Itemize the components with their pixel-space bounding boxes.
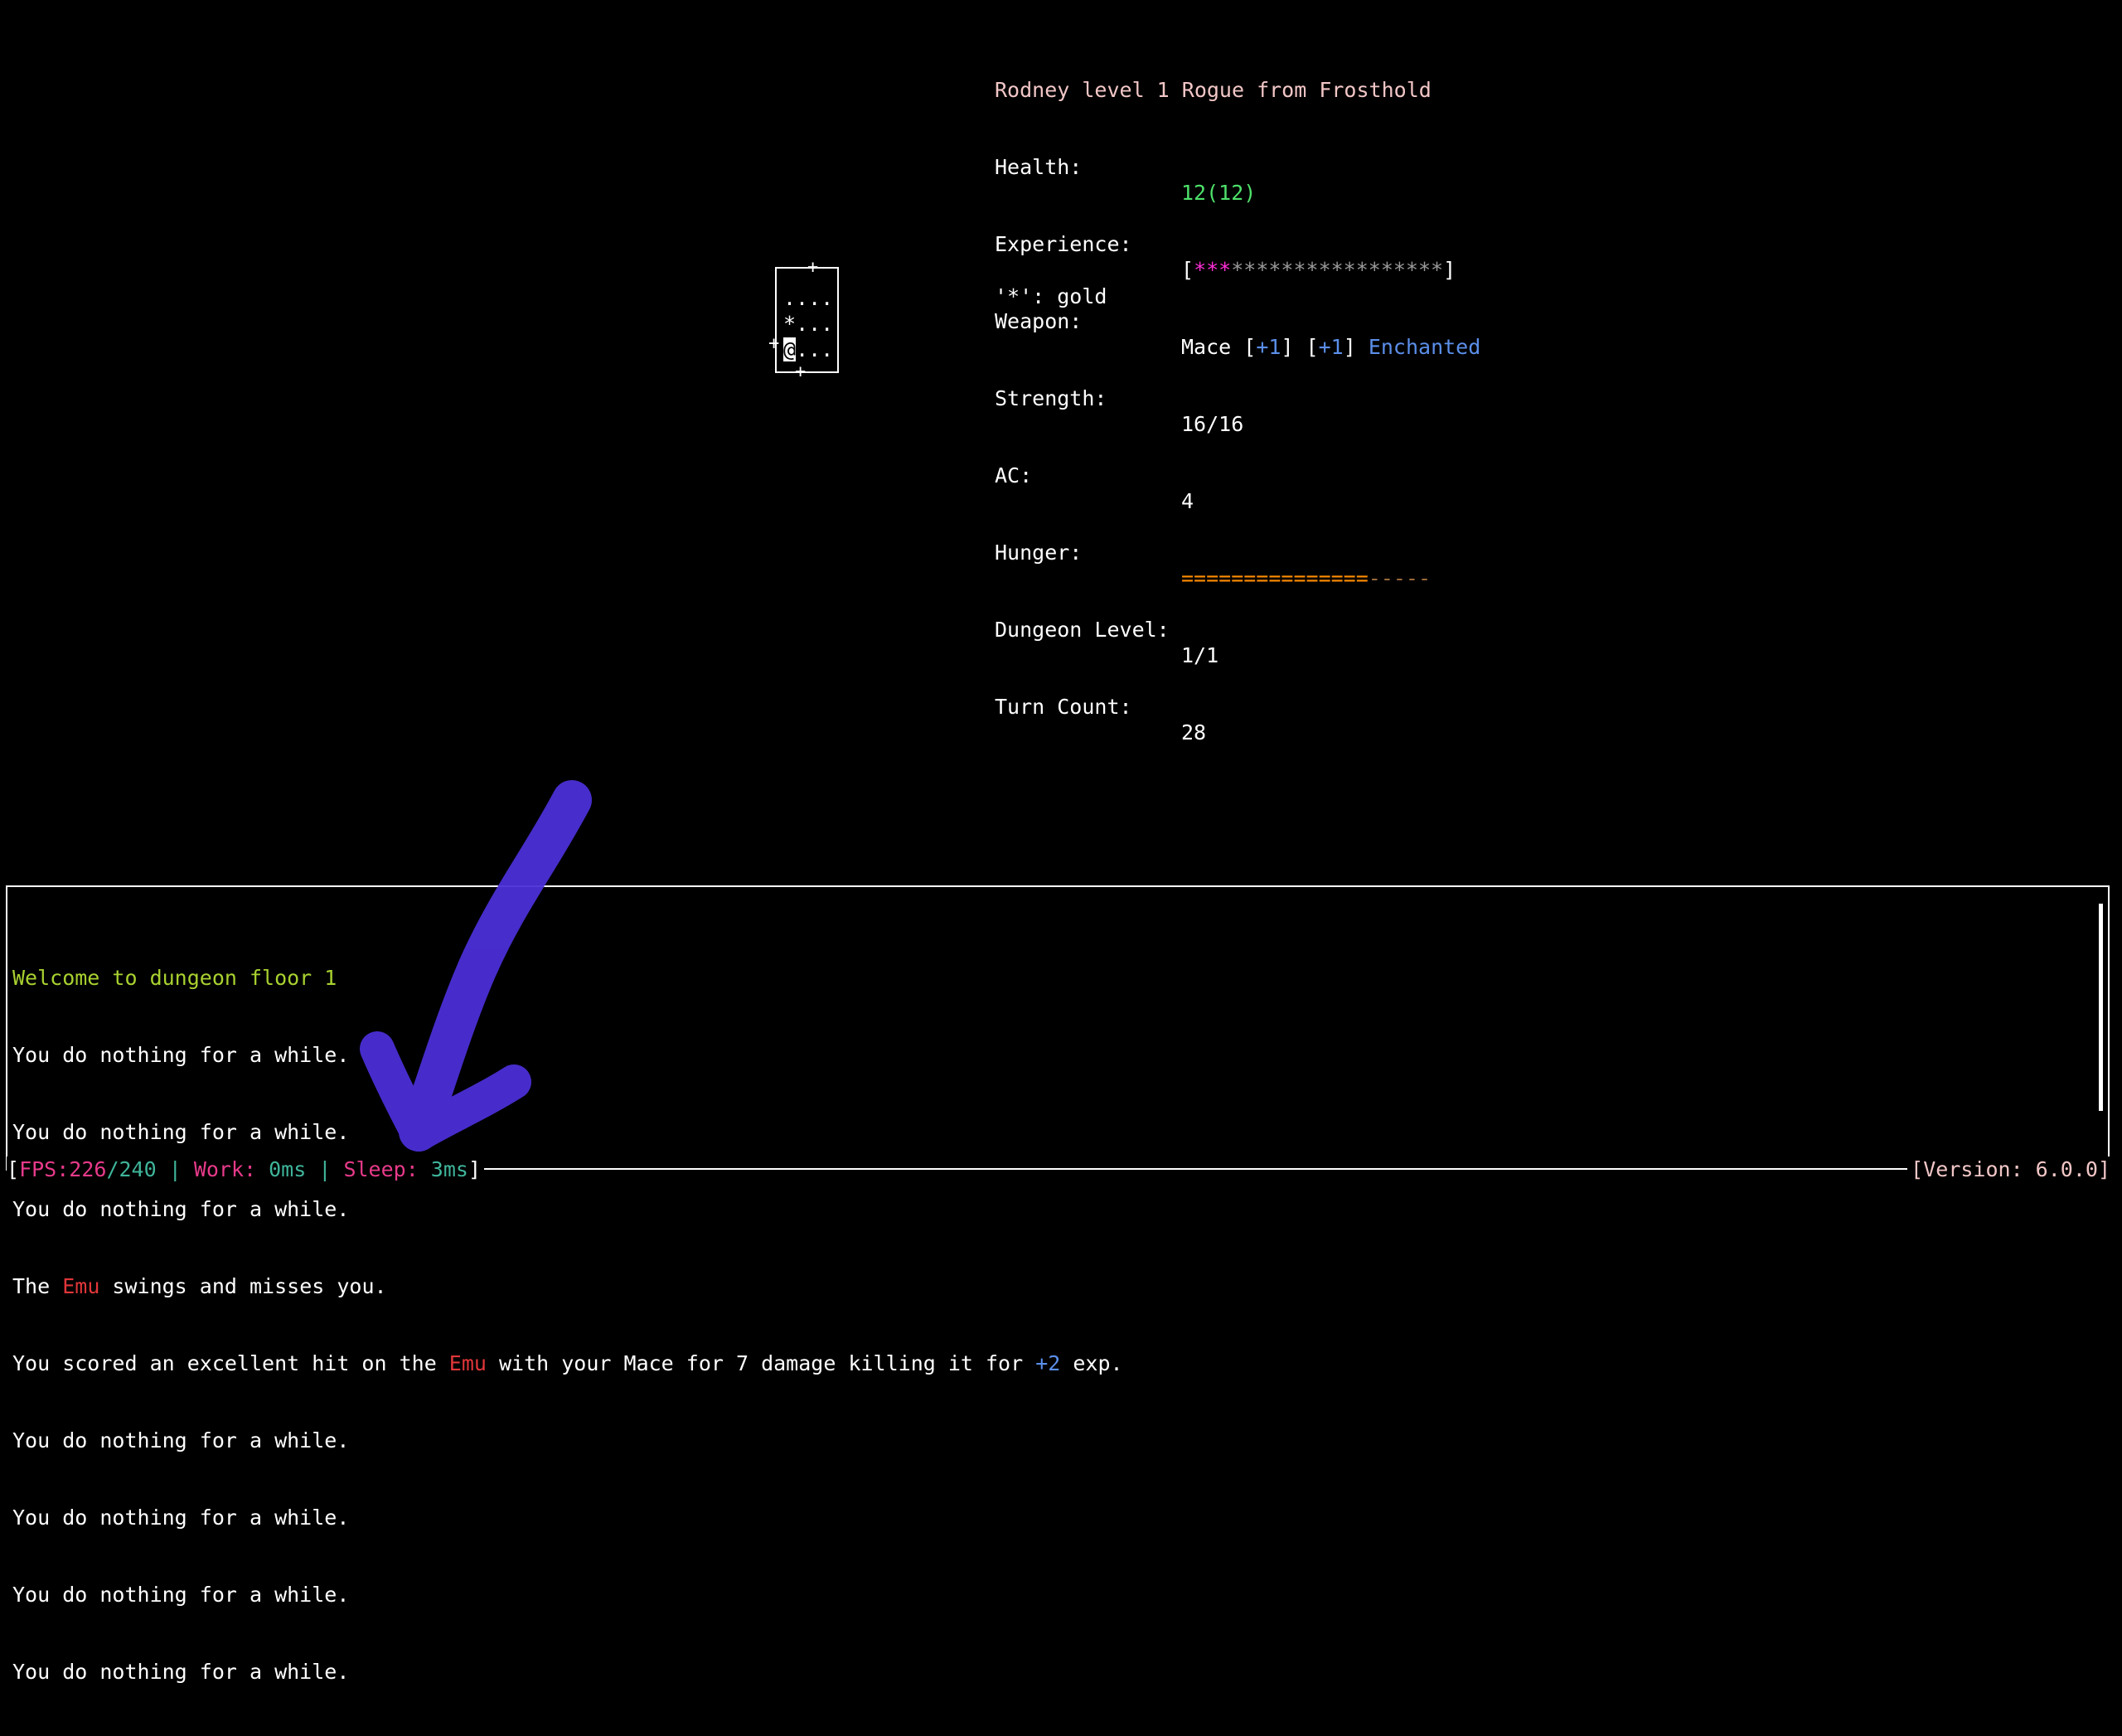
log-line: You do nothing for a while.: [12, 1506, 350, 1530]
exp-gain: +2: [1035, 1351, 1061, 1375]
log-text: swings and misses you.: [99, 1274, 387, 1298]
log-text: with your Mace for 7 damage killing it f…: [486, 1351, 1036, 1375]
log-line: You do nothing for a while.: [12, 1583, 350, 1607]
monster-name: Emu: [62, 1274, 100, 1298]
log-text: exp.: [1060, 1351, 1123, 1375]
log-line: You do nothing for a while.: [12, 1428, 350, 1452]
log-line: You scored an excellent hit on the Emu w…: [12, 1350, 1123, 1376]
log-line: You do nothing for a while.: [12, 1197, 350, 1221]
log-text: You scored an excellent hit on the: [12, 1351, 449, 1375]
monster-name: Emu: [448, 1351, 487, 1375]
log-line: The Emu swings and misses you.: [12, 1273, 1123, 1299]
purple-arrow-icon: [360, 780, 592, 1152]
log-text: The: [12, 1274, 63, 1298]
log-line: You do nothing for a while.: [12, 1660, 350, 1684]
